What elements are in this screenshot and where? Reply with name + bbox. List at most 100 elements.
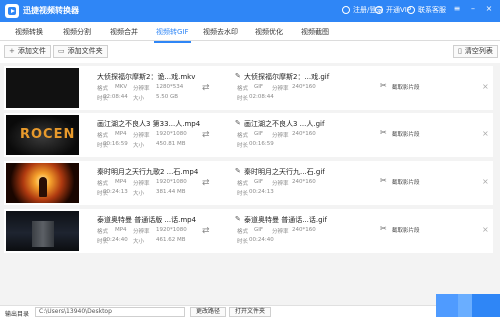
resolution-label: 分辨率 bbox=[272, 86, 289, 92]
format-label: 格式 bbox=[97, 133, 109, 139]
output-resolution: 240*160 bbox=[292, 131, 316, 137]
clear-list-label: 清空列表 bbox=[464, 47, 493, 55]
scissors-icon[interactable]: ✂ bbox=[380, 176, 387, 185]
tab-video-convert[interactable]: 视频转换 bbox=[15, 27, 43, 37]
add-folder-label: 添加文件夹 bbox=[67, 47, 103, 55]
convert-arrow-icon: ⇄ bbox=[202, 178, 210, 188]
format-label: 格式 bbox=[237, 181, 249, 187]
output-file-name[interactable]: 大侦探福尔摩斯2：...戏.gif bbox=[244, 72, 329, 82]
add-folder-button[interactable]: ▭ 添加文件夹 bbox=[53, 45, 108, 58]
close-icon[interactable]: × bbox=[482, 177, 489, 186]
source-format: MP4 bbox=[115, 179, 127, 185]
thumbnail-monolith bbox=[32, 221, 54, 247]
convert-all-button[interactable] bbox=[436, 294, 500, 317]
output-format: GIF bbox=[254, 84, 264, 90]
thumbnail-figure bbox=[39, 177, 47, 197]
clip-segment-button[interactable]: 截取影片段 bbox=[392, 178, 420, 186]
scissors-icon[interactable]: ✂ bbox=[380, 81, 387, 90]
edit-icon[interactable]: ✎ bbox=[235, 215, 241, 223]
resolution-label: 分辨率 bbox=[133, 86, 150, 92]
duration-label: 时长 bbox=[237, 239, 249, 245]
output-file-name[interactable]: 秦时明月之天行九...石.gif bbox=[244, 167, 325, 177]
app-logo-icon bbox=[5, 4, 19, 18]
source-size: 381.44 MB bbox=[156, 189, 186, 195]
edit-icon[interactable]: ✎ bbox=[235, 119, 241, 127]
support-label: 联系客服 bbox=[418, 6, 446, 14]
vip-icon bbox=[375, 6, 383, 14]
tab-video-screenshot[interactable]: 视频截图 bbox=[301, 27, 329, 37]
support-button[interactable]: 联系客服 bbox=[407, 5, 446, 15]
convert-arrow-icon: ⇄ bbox=[202, 83, 210, 93]
open-folder-button[interactable]: 打开文件夹 bbox=[229, 307, 272, 317]
duration-label: 时长 bbox=[237, 96, 249, 102]
clip-segment-button[interactable]: 截取影片段 bbox=[392, 130, 420, 138]
format-label: 格式 bbox=[97, 86, 109, 92]
source-size: 5.50 GB bbox=[156, 94, 179, 100]
source-size: 461.62 MB bbox=[156, 237, 186, 243]
source-resolution: 1920*1080 bbox=[156, 227, 187, 233]
video-thumbnail bbox=[6, 163, 79, 203]
output-duration: 02:08:44 bbox=[249, 94, 274, 100]
output-duration: 00:24:13 bbox=[249, 189, 274, 195]
file-list: 大侦探福尔摩斯2：诡...戏.mkv 格式 MKV 分辨率 1280*534 时… bbox=[0, 63, 500, 305]
settings-icon[interactable]: ≡ bbox=[452, 4, 462, 14]
clear-list-button[interactable]: ▯ 清空列表 bbox=[453, 45, 498, 58]
output-format: GIF bbox=[254, 131, 264, 137]
format-label: 格式 bbox=[97, 181, 109, 187]
source-format: MKV bbox=[115, 84, 128, 90]
source-duration: 00:16:59 bbox=[103, 141, 128, 147]
output-file-name[interactable]: 泰道奥特曼 普通话...话.gif bbox=[244, 215, 327, 225]
close-icon[interactable]: × bbox=[482, 225, 489, 234]
source-file-name: 泰道奥特曼 普通话版 ...话.mp4 bbox=[97, 216, 197, 224]
list-item[interactable]: 秦时明月之天行九歌2 ...石.mp4 格式 MP4 分辨率 1920*1080… bbox=[4, 161, 493, 205]
title-bar: 迅捷视频转换器 注册/登录 开通VIP 联系客服 ≡ – × bbox=[0, 0, 500, 22]
output-format: GIF bbox=[254, 227, 264, 233]
size-label: 大小 bbox=[133, 191, 145, 197]
resolution-label: 分辨率 bbox=[133, 133, 150, 139]
tab-remove-watermark[interactable]: 视频去水印 bbox=[203, 27, 238, 37]
source-size: 450.81 MB bbox=[156, 141, 186, 147]
edit-icon[interactable]: ✎ bbox=[235, 167, 241, 175]
resolution-label: 分辨率 bbox=[133, 181, 150, 187]
bottom-bar: 输出目录 C:\Users\13940\Desktop 更改路径 打开文件夹 bbox=[0, 305, 500, 317]
tab-video-optimize[interactable]: 视频优化 bbox=[255, 27, 283, 37]
source-format: MP4 bbox=[115, 131, 127, 137]
video-thumbnail bbox=[6, 211, 79, 251]
change-path-button[interactable]: 更改路径 bbox=[190, 307, 227, 317]
source-file-name: 画江湖之不良人3 第33...人.mp4 bbox=[97, 120, 201, 128]
resolution-label: 分辨率 bbox=[272, 133, 289, 139]
app-title: 迅捷视频转换器 bbox=[23, 6, 79, 15]
clip-segment-button[interactable]: 截取影片段 bbox=[392, 226, 420, 234]
close-icon[interactable]: × bbox=[484, 4, 494, 14]
output-path-field[interactable]: C:\Users\13940\Desktop bbox=[35, 307, 185, 317]
scissors-icon[interactable]: ✂ bbox=[380, 128, 387, 137]
tab-video-merge[interactable]: 视频合并 bbox=[110, 27, 138, 37]
tab-video-split[interactable]: 视频分割 bbox=[63, 27, 91, 37]
output-duration: 00:16:59 bbox=[249, 141, 274, 147]
vip-button[interactable]: 开通VIP bbox=[375, 5, 411, 15]
source-resolution: 1280*534 bbox=[156, 84, 184, 90]
close-icon[interactable]: × bbox=[482, 82, 489, 91]
source-format: MP4 bbox=[115, 227, 127, 233]
add-file-button[interactable]: + 添加文件 bbox=[4, 45, 51, 58]
format-label: 格式 bbox=[237, 133, 249, 139]
source-duration: 02:08:44 bbox=[103, 94, 128, 100]
source-file-name: 大侦探福尔摩斯2：诡...戏.mkv bbox=[97, 73, 196, 81]
tab-video-to-gif[interactable]: 视频转GIF bbox=[154, 27, 191, 43]
add-file-label: 添加文件 bbox=[17, 47, 46, 55]
edit-icon[interactable]: ✎ bbox=[235, 72, 241, 80]
close-icon[interactable]: × bbox=[482, 129, 489, 138]
list-item[interactable]: 泰道奥特曼 普通话版 ...话.mp4 格式 MP4 分辨率 1920*1080… bbox=[4, 209, 493, 253]
minimize-icon[interactable]: – bbox=[468, 4, 478, 14]
video-thumbnail bbox=[6, 68, 79, 108]
output-file-name[interactable]: 画江湖之不良人3 ...人.gif bbox=[244, 119, 324, 129]
resolution-label: 分辨率 bbox=[133, 229, 150, 235]
source-file-name: 秦时明月之天行九歌2 ...石.mp4 bbox=[97, 168, 199, 176]
list-item[interactable]: 大侦探福尔摩斯2：诡...戏.mkv 格式 MKV 分辨率 1280*534 时… bbox=[4, 66, 493, 110]
format-label: 格式 bbox=[237, 229, 249, 235]
scissors-icon[interactable]: ✂ bbox=[380, 224, 387, 233]
clip-segment-button[interactable]: 截取影片段 bbox=[392, 83, 420, 91]
resolution-label: 分辨率 bbox=[272, 229, 289, 235]
feature-tabs: 视频转换 视频分割 视频合并 视频转GIF 视频去水印 视频优化 视频截图 bbox=[0, 22, 500, 43]
list-item[interactable]: ROCEN 画江湖之不良人3 第33...人.mp4 格式 MP4 分辨率 19… bbox=[4, 113, 493, 157]
